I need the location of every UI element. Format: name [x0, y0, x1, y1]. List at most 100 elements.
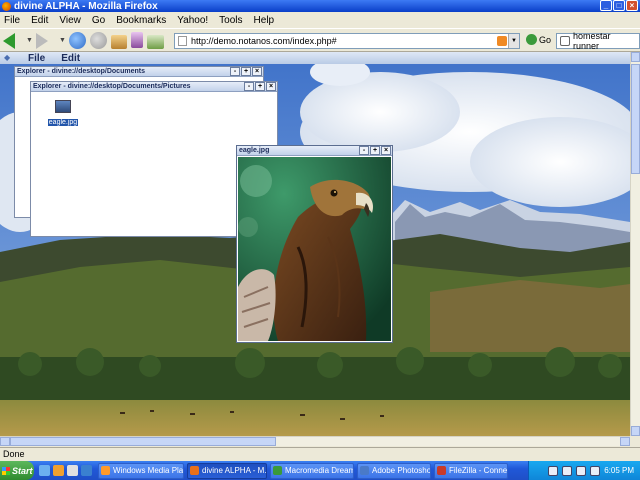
- ie-icon[interactable]: [39, 465, 50, 476]
- volume-icon[interactable]: [590, 465, 601, 476]
- search-box[interactable]: homestar runner: [556, 31, 640, 51]
- window-maximize-button[interactable]: +: [255, 82, 265, 91]
- menu-tools[interactable]: Tools: [219, 15, 242, 26]
- window-titlebar[interactable]: Explorer - divine://desktop/Documents/Pi…: [31, 82, 277, 92]
- firefox-task-icon: [190, 466, 199, 475]
- task-windows-media-player[interactable]: Windows Media Player: [98, 462, 184, 479]
- windows-flag-icon: [2, 466, 10, 475]
- firefox-icon: [2, 1, 11, 11]
- browser-title-bar: divine ALPHA - Mozilla Firefox _ □ ×: [0, 0, 640, 12]
- navigation-toolbar: ▼ ▼ ▼ Go homestar runner: [0, 28, 640, 52]
- search-engine-icon[interactable]: [560, 36, 570, 46]
- image-viewer-window[interactable]: eagle.jpg - + ×: [236, 145, 393, 343]
- eagle-image: [238, 157, 391, 341]
- horizontal-scroll-thumb[interactable]: [10, 437, 276, 446]
- home-icon[interactable]: [111, 34, 127, 49]
- dreamweaver-icon: [273, 466, 282, 475]
- page-content: ◆ File Edit Explorer - divine://desktop/…: [0, 52, 630, 436]
- url-input[interactable]: [191, 36, 491, 46]
- browser-title: divine ALPHA - Mozilla Firefox: [14, 0, 158, 12]
- forward-dropdown-icon[interactable]: ▼: [59, 37, 66, 44]
- reload-icon[interactable]: [69, 31, 86, 49]
- task-label: FileZilla - Connected...: [449, 466, 508, 475]
- image-file-icon: [55, 100, 71, 113]
- window-maximize-button[interactable]: +: [370, 146, 380, 155]
- file-item-eagle[interactable]: eagle.jpg: [47, 100, 79, 127]
- menu-go[interactable]: Go: [92, 15, 105, 26]
- clock: 6:05 PM: [604, 466, 634, 475]
- task-dreamweaver[interactable]: Macromedia Dream...: [270, 462, 354, 479]
- media-player-icon: [101, 466, 110, 475]
- horizontal-scrollbar[interactable]: [0, 436, 630, 446]
- window-close-button[interactable]: ×: [252, 67, 262, 76]
- back-button[interactable]: [3, 31, 22, 50]
- app-menu-file[interactable]: File: [28, 53, 45, 64]
- task-filezilla[interactable]: FileZilla - Connected...: [434, 462, 508, 479]
- go-label: Go: [539, 34, 552, 45]
- task-label: Windows Media Player: [113, 466, 184, 475]
- window-close-button[interactable]: ×: [266, 82, 276, 91]
- maximize-button[interactable]: □: [613, 0, 625, 11]
- go-button[interactable]: Go: [526, 34, 551, 45]
- show-desktop-icon[interactable]: [67, 465, 78, 476]
- window-title: Explorer - divine://desktop/Documents: [17, 68, 145, 75]
- menu-view[interactable]: View: [59, 15, 81, 26]
- menu-bookmarks[interactable]: Bookmarks: [116, 15, 166, 26]
- status-bar: Done: [0, 447, 640, 461]
- back-dropdown-icon[interactable]: ▼: [26, 37, 33, 44]
- menu-yahoo[interactable]: Yahoo!: [177, 15, 208, 26]
- window-title: Explorer - divine://desktop/Documents/Pi…: [33, 83, 191, 90]
- bookmark-icon[interactable]: [131, 32, 143, 48]
- forward-button[interactable]: [36, 31, 55, 50]
- stop-icon[interactable]: [90, 31, 107, 49]
- browser-menubar: File Edit View Go Bookmarks Yahoo! Tools…: [0, 12, 640, 28]
- app-menubar: ◆ File Edit: [0, 52, 630, 64]
- back-arrow-icon: [3, 32, 15, 49]
- scroll-up-button[interactable]: [631, 52, 640, 62]
- app-menu-edit[interactable]: Edit: [61, 53, 80, 64]
- scroll-left-button[interactable]: [0, 437, 10, 446]
- taskbar: Start Windows Media Player divine ALPHA …: [0, 461, 640, 480]
- go-icon: [526, 34, 537, 45]
- rss-feed-icon[interactable]: [497, 36, 507, 46]
- help-tray-icon[interactable]: [576, 465, 587, 476]
- vertical-scroll-thumb[interactable]: [631, 64, 640, 174]
- app-menu-icon[interactable]: ◆: [4, 54, 12, 62]
- menu-file[interactable]: File: [4, 15, 20, 26]
- window-titlebar[interactable]: Explorer - divine://desktop/Documents - …: [15, 67, 263, 77]
- scroll-down-button[interactable]: [631, 426, 640, 436]
- tray-icon[interactable]: [548, 465, 559, 476]
- photoshop-icon: [360, 466, 369, 475]
- quick-launch: [39, 465, 92, 476]
- file-label: eagle.jpg: [47, 119, 79, 126]
- scroll-right-button[interactable]: [620, 437, 630, 446]
- url-dropdown-icon[interactable]: ▼: [508, 34, 519, 48]
- window-minimize-button[interactable]: -: [230, 67, 240, 76]
- menu-edit[interactable]: Edit: [31, 15, 48, 26]
- tray-icon[interactable]: [562, 465, 573, 476]
- close-button[interactable]: ×: [626, 0, 638, 11]
- url-bar[interactable]: ▼: [174, 33, 520, 49]
- search-input[interactable]: homestar runner: [573, 31, 639, 51]
- start-label: Start: [12, 465, 33, 476]
- window-minimize-button[interactable]: -: [359, 146, 369, 155]
- menu-help[interactable]: Help: [254, 15, 275, 26]
- print-icon[interactable]: [147, 34, 164, 49]
- task-label: Macromedia Dream...: [285, 466, 353, 475]
- start-button[interactable]: Start: [0, 461, 34, 480]
- window-close-button[interactable]: ×: [381, 146, 391, 155]
- vertical-scrollbar[interactable]: [630, 52, 640, 436]
- task-divine-alpha[interactable]: divine ALPHA - M...: [187, 462, 267, 479]
- minimize-button[interactable]: _: [600, 0, 612, 11]
- status-text: Done: [3, 449, 25, 459]
- task-photoshop[interactable]: Adobe Photoshop: [357, 462, 431, 479]
- window-titlebar[interactable]: eagle.jpg - + ×: [237, 146, 392, 156]
- task-label: Adobe Photoshop: [372, 466, 431, 475]
- window-maximize-button[interactable]: +: [241, 67, 251, 76]
- system-tray: 6:05 PM: [528, 461, 640, 480]
- page-icon: [178, 36, 187, 46]
- window-minimize-button[interactable]: -: [244, 82, 254, 91]
- media-icon[interactable]: [81, 465, 92, 476]
- firefox-quick-icon[interactable]: [53, 465, 64, 476]
- filezilla-icon: [437, 466, 446, 475]
